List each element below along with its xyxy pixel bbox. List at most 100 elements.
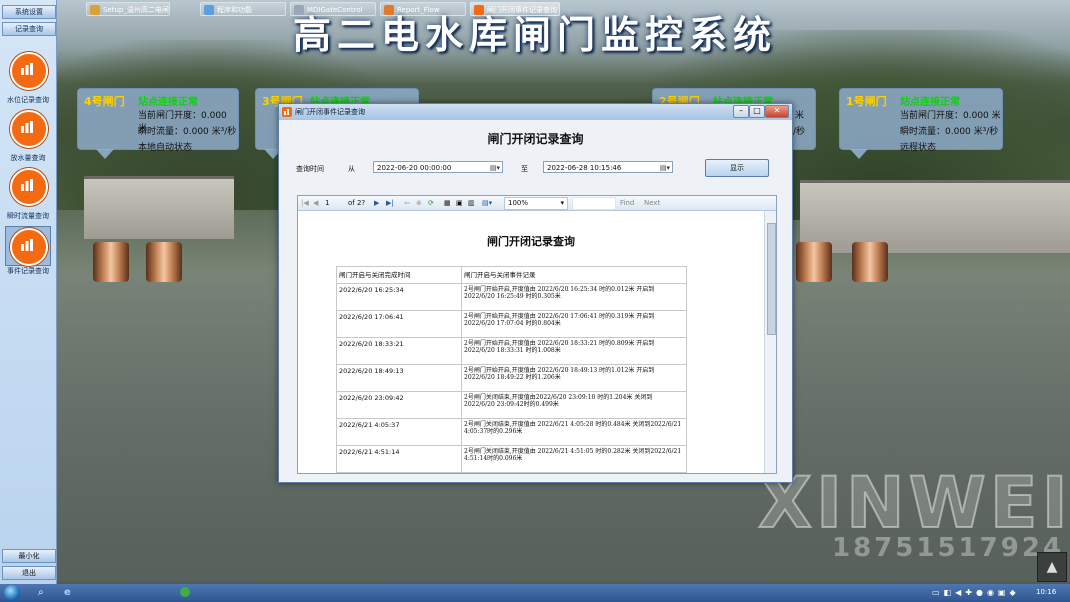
app-round-icon[interactable] xyxy=(180,587,190,597)
chevron-down-icon: ▾ xyxy=(560,199,564,207)
event-record: 2号闸门开始开启,开度值由 2022/6/20 17:06:41 时的0.319… xyxy=(461,310,687,338)
maximize-window-button[interactable]: □ xyxy=(749,105,765,118)
sidebar-item-label: 瞬时流量查询 xyxy=(7,212,49,220)
sidebar-item-water-level[interactable] xyxy=(6,52,50,94)
tray-icons[interactable]: ▭◧◀✚●◉▣◆ xyxy=(932,588,1020,597)
start-button[interactable] xyxy=(4,585,20,601)
last-page-icon[interactable]: ▶| xyxy=(386,199,394,207)
page-setup-icon[interactable]: ▥ xyxy=(468,199,475,207)
app-icon xyxy=(282,107,292,117)
minimize-button[interactable]: 最小化 xyxy=(2,549,56,563)
event-time: 2022/6/20 18:33:21 xyxy=(336,337,462,365)
print-icon[interactable]: ▦ xyxy=(444,199,451,207)
sidebar-item-label: 水位记录查询 xyxy=(7,96,49,104)
back-icon[interactable]: ⇦ xyxy=(404,199,410,207)
to-date-value: 2022-06-28 10:15:46 xyxy=(547,164,622,172)
gate-status: 站点连接正常 xyxy=(138,97,198,108)
table-row: 2022/6/20 16:25:34 2号闸门开始开启,开度值由 2022/6/… xyxy=(336,283,687,311)
table-row: 2022/6/20 23:09:42 2号闸门关闭结束,开度值由2022/6/2… xyxy=(336,391,687,419)
event-record: 2号闸门开始开启,开度值由 2022/6/20 16:25:34 时的0.012… xyxy=(461,283,687,311)
gate-status: 站点连接正常 xyxy=(900,97,960,108)
gate-mode: 本地自动状态 xyxy=(138,143,193,153)
gate-card-4[interactable]: 4号闸门 站点连接正常 当前闸门开度：0.000 米 瞬时流量：0.000 米³… xyxy=(77,88,239,153)
from-label: 从 xyxy=(348,165,355,173)
to-date-picker[interactable]: 2022-06-28 10:15:46 ▤▾ xyxy=(543,161,673,173)
table-row: 2022/6/21 4:51:14 2号闸门关闭结束,开度值由 2022/6/2… xyxy=(336,445,687,473)
prev-page-icon[interactable]: ◀ xyxy=(313,199,318,207)
event-record: 2号闸门关闭结束,开度值由 2022/6/21 4:05:28 时的0.484米… xyxy=(461,418,687,446)
scrollbar-thumb[interactable] xyxy=(767,223,776,335)
report-table: 闸门开启与关闭完成时间 闸门开启与关闭事件记录 2022/6/20 16:25:… xyxy=(336,266,687,473)
taskbar-clock: 10:16 xyxy=(1036,588,1057,596)
search-icon[interactable]: ⌕ xyxy=(38,587,44,598)
event-record: 2号闸门开始开启,开度值由 2022/6/20 18:33:21 时的0.809… xyxy=(461,337,687,365)
bar-chart-icon xyxy=(10,110,48,148)
taskbar-item-setup[interactable]: Setup_温州高二电闸... xyxy=(86,2,170,16)
gate-pipe-1b xyxy=(852,242,888,282)
gate-flow: 瞬时流量：0.000 米³/秒 xyxy=(138,127,237,137)
scroll-top-icon[interactable]: ▲ xyxy=(1037,552,1067,582)
table-row: 2022/6/20 17:06:41 2号闸门开始开启,开度值由 2022/6/… xyxy=(336,310,687,338)
gate-opening: 米 xyxy=(795,111,805,121)
gate-card-1-pointer xyxy=(850,149,868,159)
dialog-title: 闸门开闭事件记录查询 xyxy=(295,108,365,116)
event-record: 2号闸门关闭结束,开度值由 2022/6/21 4:51:05 时的0.282米… xyxy=(461,445,687,473)
print-layout-icon[interactable]: ▣ xyxy=(456,199,463,207)
taskbar-item-event-query[interactable]: 闸门开闭事件记录查询 xyxy=(470,2,560,16)
query-time-label: 查询时间 xyxy=(296,165,324,173)
exit-button[interactable]: 退出 xyxy=(2,566,56,580)
sidebar-item-flow[interactable] xyxy=(6,168,50,210)
dialog-heading: 闸门开闭记录查询 xyxy=(487,132,584,146)
zoom-select[interactable]: 100% ▾ xyxy=(504,197,568,210)
event-record: 2号闸门关闭结束,开度值由2022/6/20 23:09:10 时的1.204米… xyxy=(461,391,687,419)
taskbar-item-report-flow[interactable]: Report_Flow xyxy=(380,2,466,16)
first-page-icon[interactable]: |◀ xyxy=(301,199,309,207)
table-header-row: 闸门开启与关闭完成时间 闸门开启与关闭事件记录 xyxy=(336,266,687,284)
export-icon[interactable]: ▤▾ xyxy=(482,199,492,207)
taskbar xyxy=(0,584,1070,602)
event-time: 2022/6/21 4:05:37 xyxy=(336,418,462,446)
taskbar-item-programs[interactable]: 程序和功能 xyxy=(200,2,286,16)
minimize-window-button[interactable]: – xyxy=(733,105,749,118)
stop-icon[interactable]: ⊗ xyxy=(416,199,422,207)
sidebar-item-events[interactable] xyxy=(5,226,51,266)
close-window-button[interactable]: ✕ xyxy=(765,105,789,118)
from-date-value: 2022-06-20 00:00:00 xyxy=(377,164,452,172)
column-header: 闸门开启与关闭完成时间 xyxy=(336,266,462,284)
report-toolbar: |◀ ◀ 1 of 2? ▶ ▶| ⇦ ⊗ ⟳ ▦ ▣ ▥ ▤▾ 100% ▾ … xyxy=(298,196,776,211)
event-query-dialog: 闸门开闭事件记录查询 – □ ✕ 闸门开闭记录查询 查询时间 从 2022-06… xyxy=(278,103,793,483)
system-settings-button[interactable]: 系统设置 xyxy=(2,5,56,19)
gate-house-right xyxy=(800,180,1070,253)
watermark-brand: XINWEI xyxy=(757,461,1070,545)
to-label: 至 xyxy=(521,165,528,173)
record-query-button[interactable]: 记录查询 xyxy=(2,22,56,36)
event-record: 2号闸门开始开启,开度值由 2022/6/20 18:49:13 时的1.012… xyxy=(461,364,687,392)
next-page-icon[interactable]: ▶ xyxy=(374,199,379,207)
bar-chart-icon xyxy=(10,168,48,206)
gate-opening: 当前闸门开度：0.000 米 xyxy=(900,111,1001,121)
taskbar-item-mdigatecontrol[interactable]: MDIGateControl xyxy=(290,2,376,16)
gate-pipe-4a xyxy=(93,242,129,282)
sidebar-item-label: 事件记录查询 xyxy=(7,267,49,275)
from-date-picker[interactable]: 2022-06-20 00:00:00 ▤▾ xyxy=(373,161,503,173)
gate-pipe-4b xyxy=(146,242,182,282)
find-input[interactable] xyxy=(572,197,616,210)
calendar-dropdown-icon[interactable]: ▤▾ xyxy=(490,162,500,174)
page-number-input[interactable]: 1 xyxy=(325,199,329,207)
find-link[interactable]: Find xyxy=(620,199,634,207)
calendar-dropdown-icon[interactable]: ▤▾ xyxy=(660,162,670,174)
gate-name: 1号闸门 xyxy=(846,95,887,108)
browser-icon[interactable]: e xyxy=(64,587,71,598)
dialog-titlebar[interactable]: 闸门开闭事件记录查询 – □ ✕ xyxy=(279,104,792,120)
gate-card-4-pointer xyxy=(96,149,114,159)
zoom-value: 100% xyxy=(508,199,529,207)
report-page: 闸门开闭记录查询 闸门开启与关闭完成时间 闸门开启与关闭事件记录 2022/6/… xyxy=(298,211,764,473)
next-link[interactable]: Next xyxy=(644,199,660,207)
refresh-icon[interactable]: ⟳ xyxy=(428,199,434,207)
vertical-scrollbar[interactable] xyxy=(764,211,776,473)
gate-card-1[interactable]: 1号闸门 站点连接正常 当前闸门开度：0.000 米 瞬时流量：0.000 米³… xyxy=(839,88,1003,153)
gate-flow: 瞬时流量：0.000 米³/秒 xyxy=(900,127,999,137)
show-button[interactable]: 显示 xyxy=(705,159,769,177)
sidebar-item-discharge[interactable] xyxy=(6,110,50,152)
table-row: 2022/6/20 18:33:21 2号闸门开始开启,开度值由 2022/6/… xyxy=(336,337,687,365)
